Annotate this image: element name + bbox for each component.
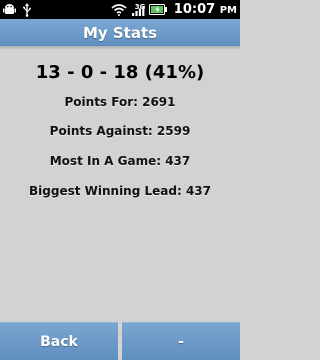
points-against-stat: Points Against: 2599 — [49, 124, 191, 138]
title-bar: My Stats — [0, 19, 240, 46]
battery-icon — [148, 4, 167, 15]
status-bar: 3G 10:07 PM — [0, 0, 240, 19]
back-button[interactable]: Back — [0, 322, 118, 360]
status-clock: 10:07 PM — [173, 2, 237, 17]
record-summary: 13 - 0 - 18 (41%) — [35, 62, 205, 83]
title-bar-shadow — [0, 46, 240, 50]
android-debug-icon — [3, 4, 16, 14]
most-in-game-stat: Most In A Game: 437 — [49, 154, 191, 168]
signal-icon: 3G — [131, 3, 145, 17]
wifi-icon — [111, 3, 127, 16]
secondary-button[interactable]: - — [122, 322, 240, 360]
points-for-stat: Points For: 2691 — [64, 95, 176, 109]
biggest-winning-lead-stat: Biggest Winning Lead: 437 — [29, 184, 211, 198]
page-title: My Stats — [82, 23, 158, 42]
usb-icon — [23, 2, 31, 17]
